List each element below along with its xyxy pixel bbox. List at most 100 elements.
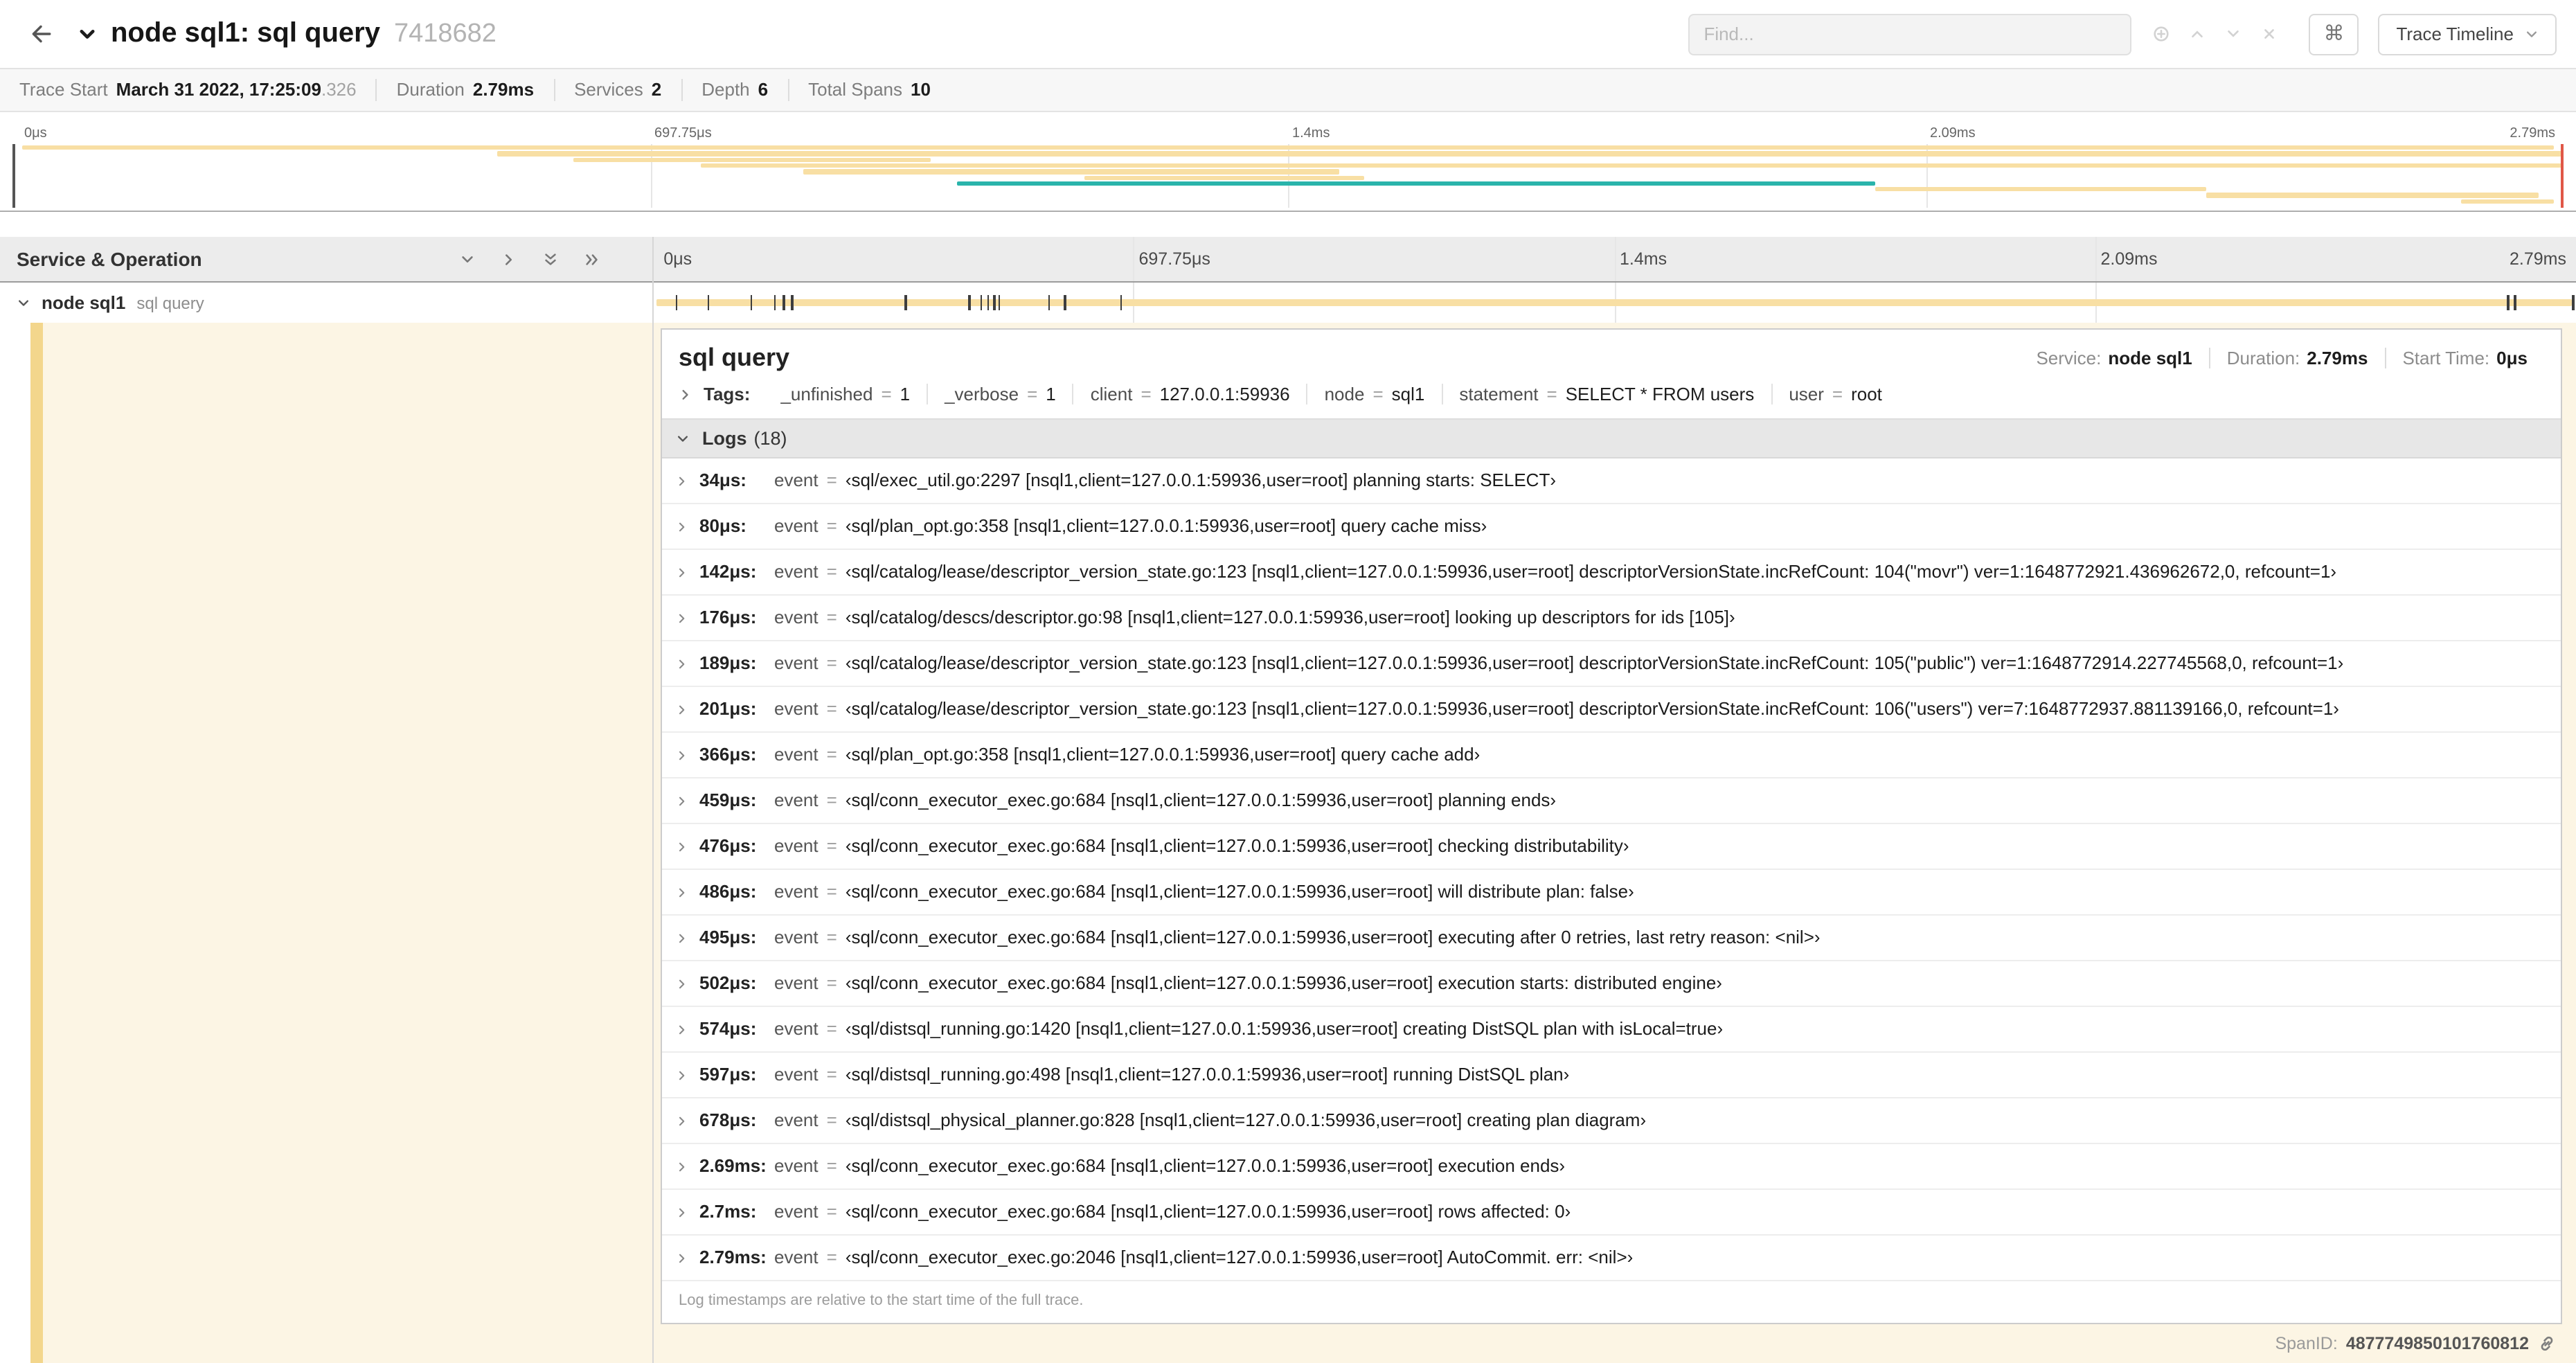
log-timestamp: 502μs: <box>699 972 757 993</box>
log-field-key: event <box>774 835 819 856</box>
log-entry-row[interactable]: 459μs: event = ‹sql/conn_executor_exec.g… <box>662 778 2561 824</box>
log-entry-row[interactable]: 486μs: event = ‹sql/conn_executor_exec.g… <box>662 870 2561 916</box>
tag-key: user <box>1789 384 1824 404</box>
span-meta-label: Start Time: <box>2402 348 2490 368</box>
log-timestamp: 80μs: <box>699 515 746 536</box>
equals-sign: = <box>826 881 837 902</box>
tag-value: 127.0.0.1:59936 <box>1159 384 1290 404</box>
equals-sign: = <box>826 515 837 536</box>
chevron-right-icon <box>682 389 688 399</box>
timeline-header-row: Service & Operation 0μs 697.75μs 1.4ms 2… <box>0 237 2576 283</box>
log-marker-tick <box>782 295 785 310</box>
trace-collapse-toggle[interactable] <box>78 24 97 44</box>
log-entry-row[interactable]: 597μs: event = ‹sql/distsql_running.go:4… <box>662 1053 2561 1098</box>
log-entry-row[interactable]: 366μs: event = ‹sql/plan_opt.go:358 [nsq… <box>662 733 2561 778</box>
expand-all-button[interactable] <box>580 238 602 280</box>
log-entry-row[interactable]: 678μs: event = ‹sql/distsql_physical_pla… <box>662 1098 2561 1144</box>
tag-item: _unfinished = 1 <box>764 384 927 404</box>
span-row[interactable]: node sql1 sql query <box>0 283 2576 323</box>
double-chevron-right-icon <box>585 253 597 265</box>
span-row-name-column[interactable]: node sql1 sql query <box>0 283 652 323</box>
log-entry-row[interactable]: 201μs: event = ‹sql/catalog/lease/descri… <box>662 687 2561 733</box>
tag-key: node <box>1324 384 1365 404</box>
tags-row[interactable]: Tags: _unfinished = 1 _verbose = 1 clien… <box>662 384 2561 418</box>
log-timestamp: 678μs: <box>699 1110 757 1130</box>
log-entry-row[interactable]: 502μs: event = ‹sql/conn_executor_exec.g… <box>662 961 2561 1007</box>
keyboard-shortcuts-button[interactable]: ⌘ <box>2309 13 2359 55</box>
log-entry-row[interactable]: 189μs: event = ‹sql/catalog/lease/descri… <box>662 641 2561 687</box>
equals-sign: = <box>826 1155 837 1176</box>
log-marker-tick <box>791 295 793 310</box>
equals-sign: = <box>826 698 837 719</box>
log-entry-row[interactable]: 2.69ms: event = ‹sql/conn_executor_exec.… <box>662 1144 2561 1190</box>
equals-sign: = <box>826 1064 837 1085</box>
log-timestamp: 459μs: <box>699 790 757 810</box>
log-entry-row[interactable]: 34μs: event = ‹sql/exec_util.go:2297 [ns… <box>662 458 2561 504</box>
log-entry-row[interactable]: 2.79ms: event = ‹sql/conn_executor_exec.… <box>662 1236 2561 1281</box>
log-field-key: event <box>774 744 819 765</box>
equals-sign: = <box>826 607 837 627</box>
log-entry-row[interactable]: 476μs: event = ‹sql/conn_executor_exec.g… <box>662 824 2561 870</box>
log-entry-row[interactable]: 176μs: event = ‹sql/catalog/descs/descri… <box>662 596 2561 641</box>
chevron-down-icon[interactable] <box>17 296 30 310</box>
equals-sign: = <box>881 384 892 404</box>
clear-find-button[interactable] <box>2251 13 2287 55</box>
equals-sign: = <box>826 835 837 856</box>
summary-value: 2.79ms <box>472 79 535 100</box>
trace-id: 7418682 <box>393 19 497 48</box>
back-button[interactable] <box>19 13 61 55</box>
minimap-right-scrubber[interactable] <box>2561 144 2564 208</box>
log-timestamp: 366μs: <box>699 744 757 765</box>
tag-value: root <box>1851 384 1882 404</box>
expand-one-button[interactable] <box>497 238 519 280</box>
column-divider[interactable] <box>652 237 654 1363</box>
span-duration-bar[interactable] <box>656 299 2573 306</box>
log-entry-row[interactable]: 574μs: event = ‹sql/distsql_running.go:1… <box>662 1007 2561 1053</box>
log-entry-row[interactable]: 142μs: event = ‹sql/catalog/lease/descri… <box>662 550 2561 596</box>
tag-key: _unfinished <box>780 384 873 404</box>
summary-item: Total Spans 10 <box>787 79 950 101</box>
equals-sign: = <box>826 1247 837 1267</box>
minimap-canvas[interactable] <box>12 144 2564 208</box>
chevron-right-icon <box>679 659 685 668</box>
link-icon[interactable] <box>2537 1334 2557 1353</box>
tag-value: 1 <box>900 384 911 404</box>
log-field-value: ‹sql/conn_executor_exec.go:684 [nsql1,cl… <box>845 1201 1571 1222</box>
log-marker-tick <box>980 295 983 310</box>
log-marker-tick <box>904 295 907 310</box>
summary-item: Depth 6 <box>681 79 787 101</box>
trace-minimap[interactable]: 0μs 697.75μs 1.4ms 2.09ms 2.79ms <box>0 112 2576 212</box>
summary-value: 6 <box>758 79 769 100</box>
log-timestamp: 476μs: <box>699 835 757 856</box>
prev-match-button[interactable] <box>2179 13 2215 55</box>
log-marker-tick <box>1120 295 1122 310</box>
summary-label: Services <box>574 79 643 100</box>
double-chevron-down-icon <box>544 253 555 265</box>
summary-label: Trace Start <box>19 79 108 100</box>
collapse-one-button[interactable] <box>456 238 478 280</box>
log-entry-row[interactable]: 2.7ms: event = ‹sql/conn_executor_exec.g… <box>662 1190 2561 1236</box>
timeline-ruler: 0μs 697.75μs 1.4ms 2.09ms 2.79ms <box>652 237 2576 281</box>
log-field-key: event <box>774 972 819 993</box>
span-meta-item: Service: node sql1 <box>2019 348 2208 368</box>
tag-value: sql1 <box>1391 384 1425 404</box>
collapse-all-button[interactable] <box>539 238 561 280</box>
trace-timeline-dropdown[interactable]: Trace Timeline <box>2378 13 2557 55</box>
log-field-key: event <box>774 515 819 536</box>
find-input[interactable] <box>1688 13 2132 55</box>
minimap-left-scrubber[interactable] <box>12 144 15 208</box>
equals-sign: = <box>826 927 837 947</box>
back-arrow-icon <box>31 25 51 43</box>
chevron-right-icon <box>679 1070 685 1080</box>
ruler-tick-label: 2.79ms <box>2510 249 2566 269</box>
span-row-track[interactable] <box>652 283 2576 323</box>
log-entry-row[interactable]: 495μs: event = ‹sql/conn_executor_exec.g… <box>662 916 2561 961</box>
trace-title-text: node sql1: sql query <box>111 18 380 48</box>
focus-match-button[interactable] <box>2143 13 2179 55</box>
log-field-value: ‹sql/distsql_running.go:498 [nsql1,clien… <box>845 1064 1570 1085</box>
logs-header[interactable]: Logs (18) <box>662 418 2561 458</box>
log-field-value: ‹sql/exec_util.go:2297 [nsql1,client=127… <box>845 470 1556 490</box>
next-match-button[interactable] <box>2215 13 2251 55</box>
chevron-down-icon <box>80 29 95 38</box>
log-entry-row[interactable]: 80μs: event = ‹sql/plan_opt.go:358 [nsql… <box>662 504 2561 550</box>
